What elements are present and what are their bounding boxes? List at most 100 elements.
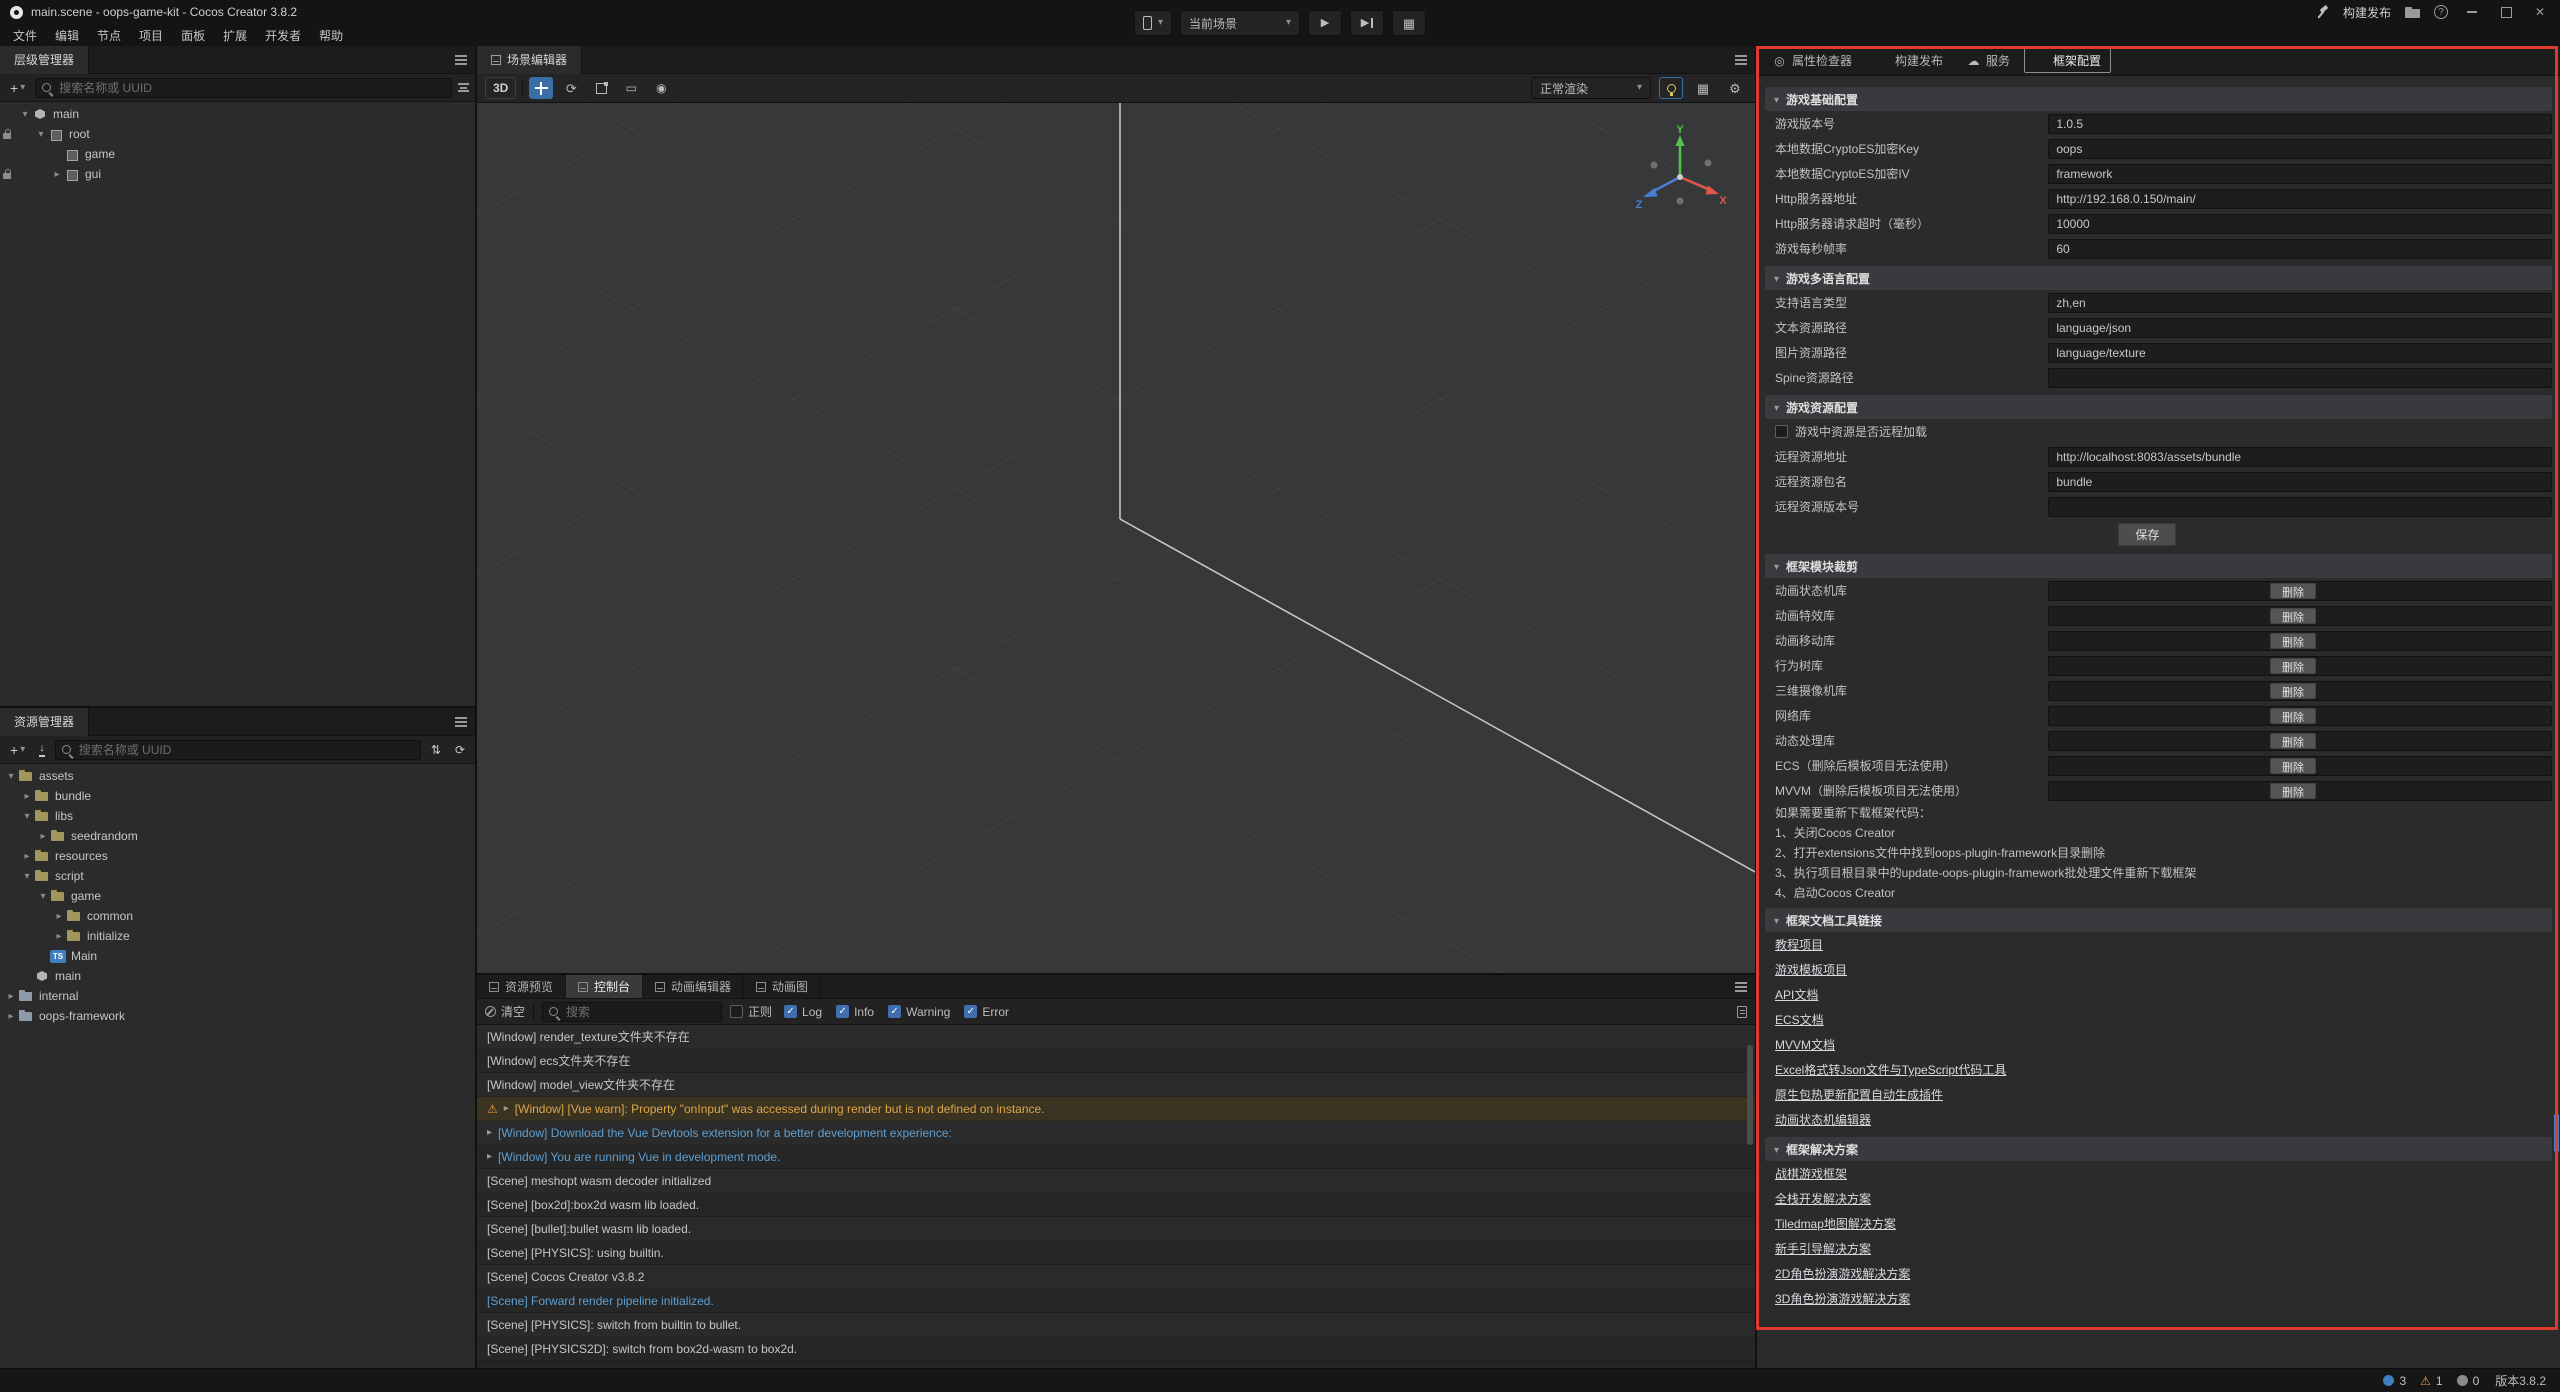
scene-light-toggle[interactable] [1659, 77, 1683, 99]
expand-arrow-icon[interactable] [20, 811, 34, 822]
menu-item[interactable]: 面板 [172, 27, 214, 44]
expand-arrow-icon[interactable] [4, 771, 18, 782]
solution-link[interactable]: 2D角色扮演游戏解决方案 [1775, 1265, 1910, 1282]
expand-arrow-icon[interactable] [20, 871, 34, 882]
hierarchy-node[interactable]: main [0, 104, 475, 124]
asset-item[interactable]: resources [0, 846, 475, 866]
expand-arrow-icon[interactable] [18, 109, 32, 120]
minimize-button[interactable] [2462, 3, 2482, 21]
inspector-tab[interactable]: 框架配置 [2024, 48, 2111, 73]
log-entry[interactable]: [Scene] [PHYSICS]: switch from builtin t… [477, 1313, 1755, 1337]
close-button[interactable] [2530, 3, 2550, 21]
field-input[interactable] [2048, 447, 2552, 467]
scene-settings-button[interactable] [1723, 77, 1747, 99]
rotate-tool[interactable] [559, 77, 583, 99]
hierarchy-search-input[interactable] [57, 80, 445, 96]
filter-checkbox[interactable] [836, 1005, 849, 1018]
render-mode-select[interactable]: 正常渲染 [1531, 77, 1651, 99]
assets-search-input[interactable] [77, 742, 414, 758]
expand-arrow-icon[interactable] [52, 931, 66, 942]
log-entry[interactable]: [Scene] Cocos Creator v3.8.2 [477, 1265, 1755, 1289]
log-entry[interactable]: [Scene] [PHYSICS2D]: switch from box2d-w… [477, 1337, 1755, 1361]
lock-icon[interactable] [0, 164, 14, 184]
panel-menu-icon[interactable] [1735, 982, 1747, 992]
inspector-tab[interactable]: 服务 [1957, 48, 2020, 73]
expand-arrow-icon[interactable] [20, 791, 34, 802]
section-header-docs[interactable]: 框架文档工具链接 [1765, 908, 2552, 932]
delete-module-button[interactable]: 删除 [2270, 733, 2316, 749]
asset-item[interactable]: libs [0, 806, 475, 826]
status-counter[interactable]: 3 [2383, 1374, 2406, 1388]
delete-module-button[interactable]: 删除 [2270, 658, 2316, 674]
asset-item[interactable]: seedrandom [0, 826, 475, 846]
section-header-resources[interactable]: 游戏资源配置 [1765, 395, 2552, 419]
log-entry[interactable]: [Window] Download the Vue Devtools exten… [477, 1121, 1755, 1145]
asset-item[interactable]: internal [0, 986, 475, 1006]
doc-link[interactable]: 动画状态机编辑器 [1775, 1111, 1871, 1128]
tab-assets[interactable]: 资源管理器 [0, 708, 89, 736]
sort-assets-button[interactable] [427, 740, 445, 760]
rect-tool[interactable] [619, 77, 643, 99]
log-entry[interactable]: [Scene] Forward render pipeline initiali… [477, 1289, 1755, 1313]
delete-module-button[interactable]: 删除 [2270, 633, 2316, 649]
import-asset-button[interactable] [35, 740, 49, 760]
log-entry[interactable]: [Window] render_texture文件夹不存在 [477, 1025, 1755, 1049]
scale-tool[interactable] [589, 77, 613, 99]
asset-item[interactable]: main [0, 966, 475, 986]
field-input[interactable] [2048, 318, 2552, 338]
menu-item[interactable]: 项目 [130, 27, 172, 44]
section-header-modules[interactable]: 框架模块裁剪 [1765, 554, 2552, 578]
asset-item[interactable]: game [0, 886, 475, 906]
preview-layout-button[interactable] [1392, 10, 1426, 36]
menu-item[interactable]: 节点 [88, 27, 130, 44]
step-button[interactable] [1350, 10, 1384, 36]
field-input[interactable] [2048, 139, 2552, 159]
solution-link[interactable]: Tiledmap地图解决方案 [1775, 1215, 1896, 1232]
remote-load-checkbox[interactable] [1775, 425, 1788, 438]
delete-module-button[interactable]: 删除 [2270, 758, 2316, 774]
refresh-assets-button[interactable] [451, 740, 469, 760]
delete-module-button[interactable]: 删除 [2270, 683, 2316, 699]
section-header-language[interactable]: 游戏多语言配置 [1765, 266, 2552, 290]
log-entry[interactable]: [Window] You are running Vue in developm… [477, 1145, 1755, 1169]
menu-item[interactable]: 编辑 [46, 27, 88, 44]
console-tab[interactable]: 动画编辑器 [643, 975, 744, 998]
expand-arrow-icon[interactable] [20, 851, 34, 862]
field-input[interactable] [2048, 189, 2552, 209]
status-counter[interactable]: 1 [2420, 1374, 2442, 1388]
log-expand-arrow-icon[interactable] [487, 1151, 492, 1162]
filter-checkbox[interactable] [784, 1005, 797, 1018]
gizmo-space-toggle[interactable] [649, 77, 673, 99]
asset-item[interactable]: assets [0, 766, 475, 786]
panel-menu-icon[interactable] [1735, 55, 1747, 65]
panel-menu-icon[interactable] [455, 55, 467, 65]
panel-menu-icon[interactable] [455, 717, 467, 727]
hierarchy-node[interactable]: gui [0, 164, 475, 184]
expand-arrow-icon[interactable] [36, 891, 50, 902]
log-entry[interactable]: [Scene] [bullet]:bullet wasm lib loaded. [477, 1217, 1755, 1241]
snap-settings-button[interactable] [679, 77, 703, 99]
log-entry[interactable]: [Scene] meshopt wasm decoder initialized [477, 1169, 1755, 1193]
solution-link[interactable]: 战棋游戏框架 [1775, 1165, 1847, 1182]
expand-arrow-icon[interactable] [36, 831, 50, 842]
log-expand-arrow-icon[interactable] [504, 1103, 509, 1114]
preview-device-select[interactable] [1134, 10, 1172, 36]
log-entry[interactable]: [Window] model_view文件夹不存在 [477, 1073, 1755, 1097]
play-button[interactable] [1308, 10, 1342, 36]
maximize-button[interactable] [2496, 3, 2516, 21]
solution-link[interactable]: 全栈开发解决方案 [1775, 1190, 1871, 1207]
inspector-tab[interactable]: 构建发布 [1866, 48, 1953, 73]
filter-checkbox[interactable] [888, 1005, 901, 1018]
lock-icon[interactable] [0, 104, 14, 124]
doc-link[interactable]: API文档 [1775, 986, 1818, 1003]
field-input[interactable] [2048, 164, 2552, 184]
console-scrollbar[interactable] [1747, 1045, 1753, 1145]
asset-item[interactable]: Main [0, 946, 475, 966]
export-log-icon[interactable] [1737, 1006, 1747, 1018]
hierarchy-node[interactable]: game [0, 144, 475, 164]
projection-3d-toggle[interactable]: 3D [485, 77, 516, 99]
section-header-basic[interactable]: 游戏基础配置 [1765, 87, 2552, 111]
save-button[interactable]: 保存 [2118, 523, 2176, 546]
delete-module-button[interactable]: 删除 [2270, 708, 2316, 724]
field-input[interactable] [2048, 343, 2552, 363]
